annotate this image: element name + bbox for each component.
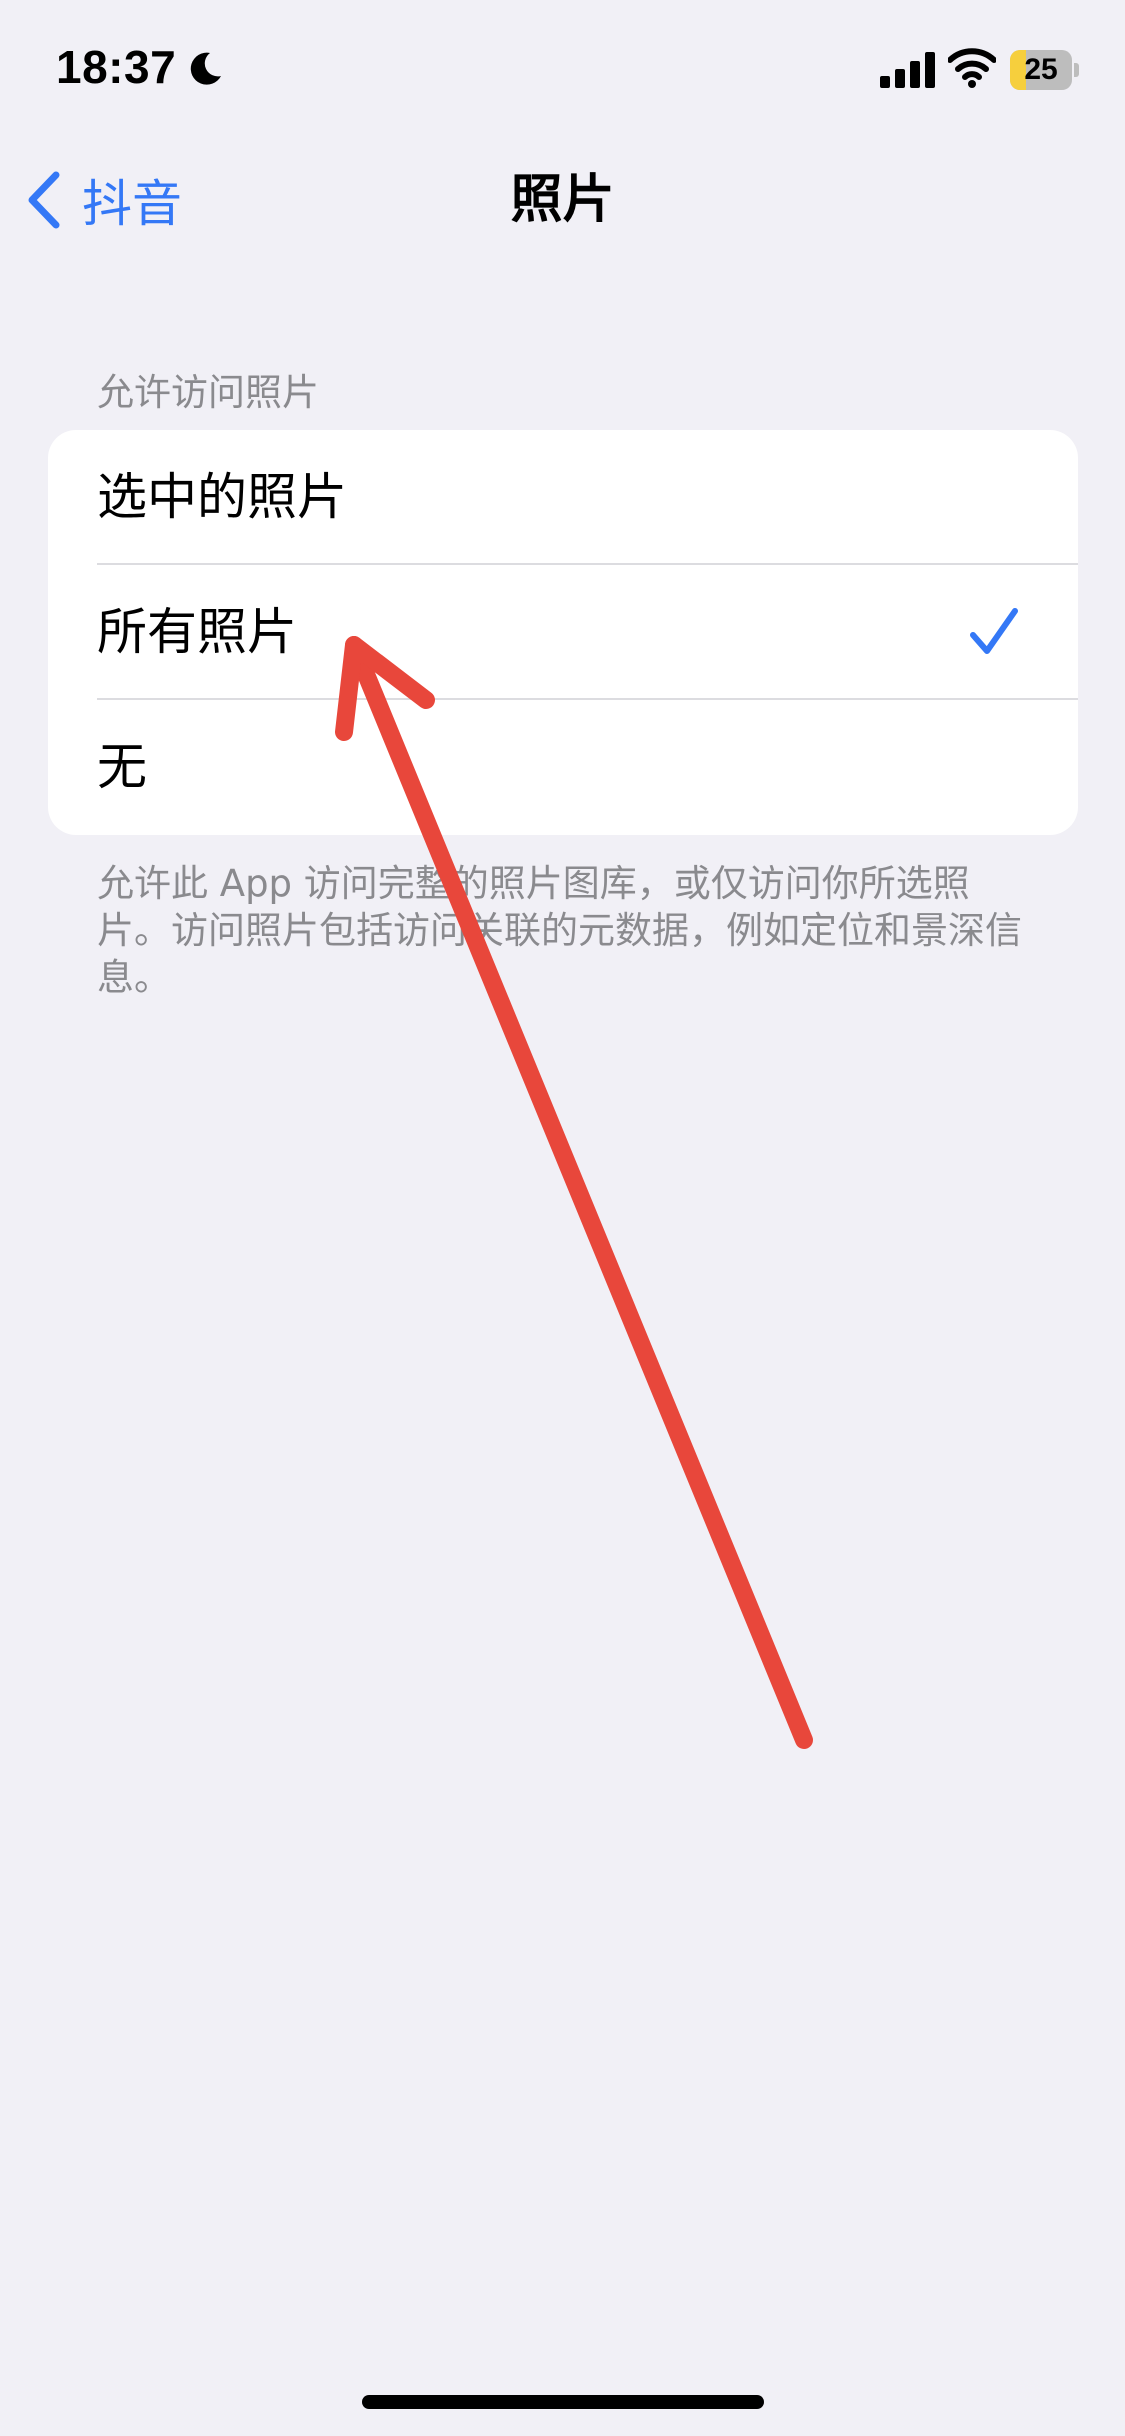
section-header: 允许访问照片 xyxy=(97,371,319,414)
checkmark-icon xyxy=(970,608,1018,654)
option-label: 所有照片 xyxy=(97,603,297,661)
battery-icon: 25 xyxy=(1010,50,1079,90)
photo-access-options: 选中的照片 所有照片 无 xyxy=(48,430,1078,835)
option-label: 无 xyxy=(97,738,147,796)
page-title: 照片 xyxy=(510,170,615,230)
signal-icon xyxy=(880,52,935,88)
option-all-photos[interactable]: 所有照片 xyxy=(48,565,1078,700)
status-time: 18:37 xyxy=(56,41,177,93)
home-indicator[interactable] xyxy=(362,2395,764,2409)
option-none[interactable]: 无 xyxy=(48,700,1078,835)
battery-body: 25 xyxy=(1010,50,1072,90)
battery-cap xyxy=(1074,63,1079,77)
option-selected-photos[interactable]: 选中的照片 xyxy=(48,430,1078,565)
section-footer: 允许此 App 访问完整的照片图库，或仅访问你所选照片。访问照片包括访问关联的元… xyxy=(97,862,1022,999)
moon-icon xyxy=(190,52,221,85)
option-label: 选中的照片 xyxy=(97,468,347,526)
status-bar: 18:37 25 xyxy=(0,0,1125,140)
battery-level: 25 xyxy=(1024,53,1058,86)
wifi-icon xyxy=(948,48,996,88)
